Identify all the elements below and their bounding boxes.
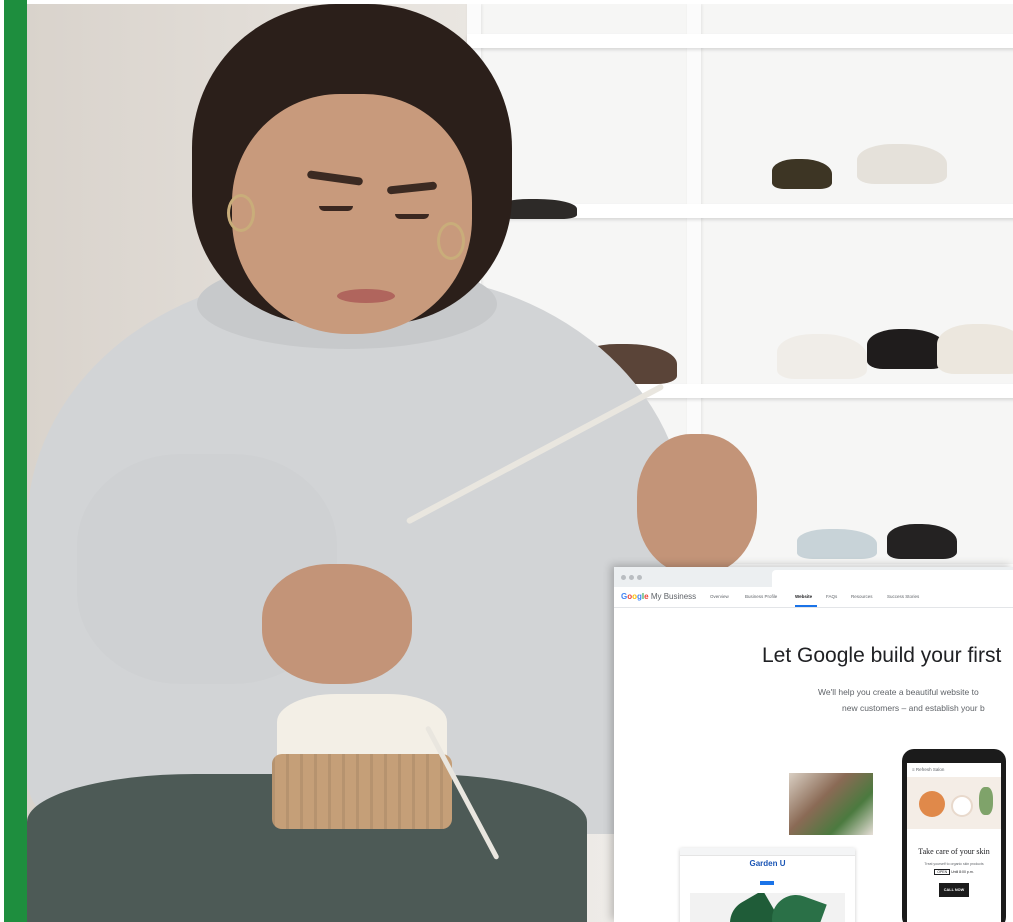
sneaker-sole	[272, 754, 452, 829]
hamburger-menu-icon[interactable]: ≡	[912, 767, 915, 772]
shelf-shoe	[857, 144, 947, 184]
page-headline: Let Google build your first	[762, 644, 1002, 667]
product-name: My Business	[650, 592, 697, 601]
google-wordmark: Google	[621, 592, 649, 601]
browser-tab[interactable]	[772, 570, 1013, 587]
nav-faqs[interactable]: FAQs	[826, 594, 837, 599]
window-control-dot[interactable]	[637, 575, 642, 580]
phone-screen: ≡ Refresh Salon Take care of your skin T…	[907, 763, 1001, 922]
hours-text: Until 8:00 p.m.	[951, 870, 974, 874]
eye	[395, 214, 429, 219]
page-subtext-line2: new customers – and establish your b	[842, 703, 985, 713]
preview-nav-bar	[680, 848, 855, 856]
earring	[437, 222, 465, 260]
nav-business-profile[interactable]: Business Profile	[745, 594, 777, 599]
open-badge: OPEN	[934, 869, 951, 875]
lips	[337, 289, 395, 303]
plant-image	[690, 893, 845, 922]
shelf-shoe	[772, 159, 832, 189]
page-subtext-line1: We'll help you create a beautiful websit…	[818, 687, 979, 697]
person-hand	[262, 564, 412, 684]
phone-site-name: Refresh Salon	[915, 767, 945, 772]
window-control-dot[interactable]	[621, 575, 626, 580]
site-navbar: Google My Business Overview Business Pro…	[614, 587, 1013, 608]
nav-success-stories[interactable]: Success Stories	[887, 594, 919, 599]
phone-header: ≡ Refresh Salon	[912, 767, 944, 772]
person-hand	[637, 434, 757, 574]
green-accent-bar	[4, 0, 27, 922]
shelf-shoe	[777, 334, 867, 379]
preview-site-title: Garden U	[749, 859, 786, 868]
preview-button	[760, 881, 774, 885]
phone-subtitle: Treat yourself to organic skin products	[924, 862, 984, 866]
cream-jar	[953, 797, 971, 815]
leaf	[765, 893, 827, 922]
window-control-dot[interactable]	[629, 575, 634, 580]
shelf-shoe	[797, 529, 877, 559]
shelf-shoe	[887, 524, 957, 559]
shelf-shoe	[867, 329, 947, 369]
browser-mockup: Google My Business Overview Business Pro…	[614, 567, 1013, 922]
call-now-button[interactable]: CALL NOW	[939, 883, 969, 897]
sample-website-preview: Garden U	[680, 848, 855, 922]
leaf	[979, 787, 993, 815]
phone-hours: OPEN Until 8:00 p.m.	[907, 869, 1001, 875]
shelf	[467, 34, 1013, 48]
google-my-business-logo[interactable]: Google My Business	[621, 592, 696, 601]
nav-resources[interactable]: Resources	[851, 594, 873, 599]
browser-tab-bar	[614, 567, 1013, 587]
phone-mockup: ≡ Refresh Salon Take care of your skin T…	[902, 749, 1006, 922]
skincare-image	[907, 777, 1001, 829]
sample-business-photo	[789, 773, 873, 835]
eye	[319, 206, 353, 211]
active-nav-underline	[795, 605, 817, 607]
nav-overview[interactable]: Overview	[710, 594, 729, 599]
earring	[227, 194, 255, 232]
tea-cup	[919, 791, 945, 817]
shelf-shoe	[937, 324, 1013, 374]
phone-title: Take care of your skin	[918, 847, 990, 856]
nav-website[interactable]: Website	[795, 594, 812, 599]
